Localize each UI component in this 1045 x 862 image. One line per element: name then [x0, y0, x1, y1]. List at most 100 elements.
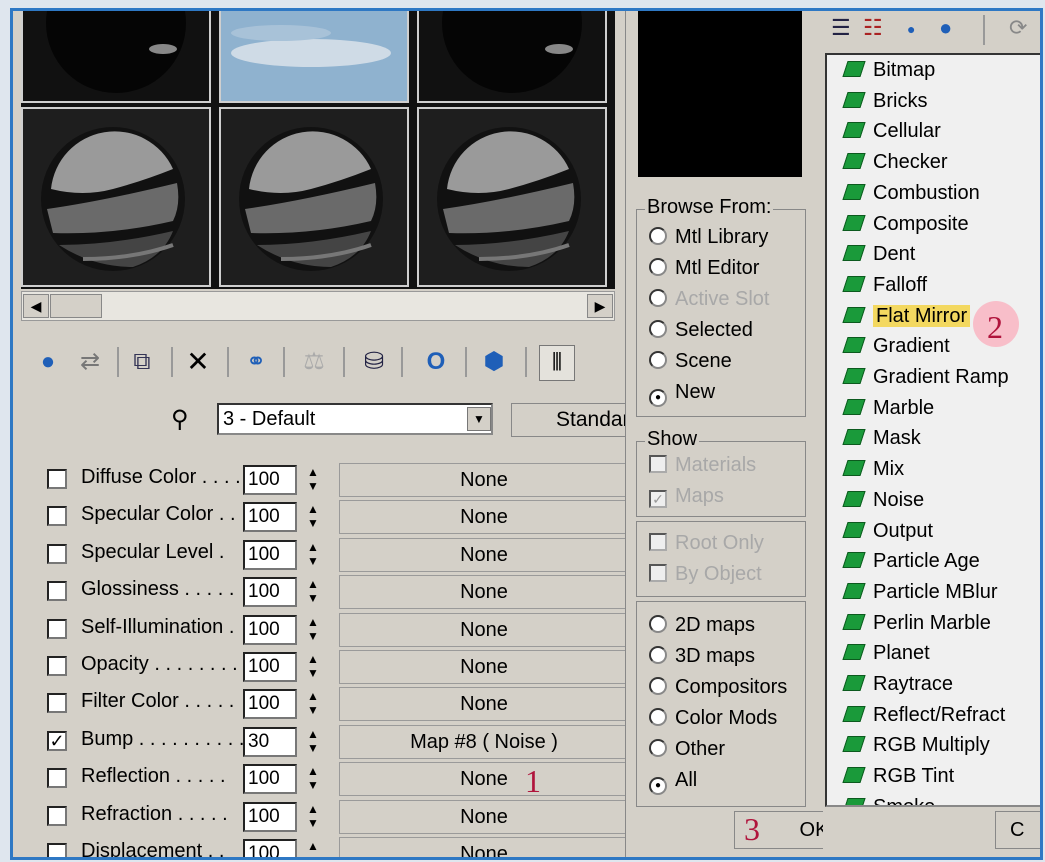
radio-button[interactable]	[649, 739, 667, 757]
map-list-item[interactable]: RGB Multiply	[842, 734, 990, 757]
radio-option[interactable]: 2D maps	[649, 614, 755, 637]
radio-option[interactable]: ● New	[649, 381, 715, 407]
map-slot-button[interactable]: None	[339, 799, 625, 834]
assign-to-selection-icon[interactable]: ⧉	[125, 345, 159, 379]
show-end-result-icon[interactable]: ⬢	[477, 345, 511, 379]
radio-button[interactable]	[649, 677, 667, 695]
material-sample-slot[interactable]	[21, 11, 211, 103]
map-slot-button[interactable]: None	[339, 575, 625, 610]
map-enable-checkbox[interactable]	[47, 469, 67, 489]
map-slot-button[interactable]: Map #8 ( Noise )	[339, 724, 625, 759]
get-material-icon[interactable]: ●	[31, 345, 65, 379]
amount-spinner[interactable]: ▲ ▼	[301, 502, 325, 532]
map-amount-field[interactable]: 100	[243, 839, 297, 857]
map-list-item[interactable]: Smoke	[842, 796, 935, 805]
map-enable-checkbox[interactable]	[47, 506, 67, 527]
map-list-item[interactable]: RGB Tint	[842, 765, 954, 788]
show-option[interactable]: By Object	[649, 563, 762, 586]
map-amount-field[interactable]: 30	[243, 726, 297, 757]
map-list-item[interactable]: Checker	[842, 151, 947, 174]
map-list-item[interactable]: Flat Mirror	[842, 304, 971, 328]
map-list-item[interactable]: Particle MBlur	[842, 581, 997, 604]
map-list-item[interactable]: Mask	[842, 427, 921, 450]
map-list-item[interactable]: Marble	[842, 397, 934, 420]
material-sample-slot[interactable]	[219, 107, 409, 287]
map-list-item[interactable]: Cellular	[842, 120, 941, 143]
radio-option[interactable]: Mtl Library	[649, 226, 768, 249]
map-amount-field[interactable]: 100	[243, 614, 297, 645]
map-enable-checkbox[interactable]	[47, 805, 67, 826]
make-unique-icon[interactable]: ⚭	[239, 345, 273, 379]
show-checkbox[interactable]	[649, 533, 667, 551]
map-enable-checkbox[interactable]: ✓	[47, 730, 67, 751]
radio-button[interactable]	[649, 615, 667, 633]
map-slot-button[interactable]: None	[339, 837, 625, 857]
map-list-item[interactable]: Dent	[842, 243, 915, 266]
amount-spinner[interactable]: ▲ ▼	[301, 615, 325, 645]
view-small-icons-icon[interactable]: ●	[907, 21, 915, 37]
map-slot-button[interactable]: None	[339, 612, 625, 647]
map-list-item[interactable]: Perlin Marble	[842, 612, 991, 635]
amount-spinner[interactable]: ▲ ▼	[301, 689, 325, 719]
go-to-parent-icon[interactable]: ⫴	[539, 345, 575, 381]
map-enable-checkbox[interactable]	[47, 768, 67, 789]
put-to-scene-icon[interactable]: ⇄	[73, 345, 107, 379]
radio-button[interactable]	[649, 351, 667, 369]
map-list-item[interactable]: Falloff	[842, 274, 927, 297]
material-dropdown-button[interactable]: ▼	[467, 407, 491, 431]
radio-option[interactable]: Active Slot	[649, 288, 769, 311]
scroll-left-button[interactable]: ◀	[23, 294, 49, 318]
map-list-item[interactable]: Reflect/Refract	[842, 704, 1005, 727]
sample-slots-scrollbar[interactable]: ◀ ▶	[21, 291, 615, 321]
map-list-item[interactable]: Planet	[842, 642, 930, 665]
amount-spinner[interactable]: ▲ ▼	[301, 577, 325, 607]
show-checkbox[interactable]	[649, 564, 667, 582]
map-enable-checkbox[interactable]	[47, 543, 67, 564]
map-amount-field[interactable]: 100	[243, 502, 297, 533]
material-name-field[interactable]: 3 - Default	[217, 403, 493, 435]
map-slot-button[interactable]: None	[339, 537, 625, 572]
amount-spinner[interactable]: ▲ ▼	[301, 802, 325, 832]
radio-option[interactable]: 3D maps	[649, 645, 755, 668]
map-enable-checkbox[interactable]	[47, 693, 67, 714]
map-slot-button[interactable]: None	[339, 463, 625, 497]
radio-option[interactable]: Color Mods	[649, 707, 777, 730]
map-amount-field[interactable]: 100	[243, 689, 297, 720]
map-amount-field[interactable]: 100	[243, 764, 297, 795]
map-list-item[interactable]: Gradient	[842, 335, 950, 358]
radio-button[interactable]	[649, 320, 667, 338]
radio-button[interactable]	[649, 258, 667, 276]
map-enable-checkbox[interactable]	[47, 656, 67, 676]
map-enable-checkbox[interactable]	[47, 581, 67, 602]
radio-option[interactable]: Scene	[649, 350, 732, 373]
scroll-right-button[interactable]: ▶	[587, 294, 613, 318]
map-list-item[interactable]: Mix	[842, 458, 904, 481]
map-slot-button[interactable]: None	[339, 687, 625, 722]
material-sample-slot[interactable]	[417, 11, 607, 103]
material-type-button[interactable]: Standard	[511, 403, 625, 437]
update-scene-materials-icon[interactable]: ⟳	[1009, 15, 1027, 41]
material-sample-slot[interactable]	[417, 107, 607, 287]
radio-button[interactable]: ●	[649, 389, 667, 407]
map-slot-button[interactable]: None	[339, 650, 625, 684]
amount-spinner[interactable]: ▲ ▼	[301, 465, 325, 495]
map-amount-field[interactable]: 100	[243, 577, 297, 608]
view-list-icon[interactable]: ☰	[831, 15, 851, 41]
map-list-item[interactable]: Particle Age	[842, 550, 980, 573]
amount-spinner[interactable]: ▲ ▼	[301, 540, 325, 570]
map-list-item[interactable]: Raytrace	[842, 673, 953, 696]
radio-button[interactable]	[649, 227, 667, 245]
material-sample-slot[interactable]	[219, 11, 409, 103]
cancel-button[interactable]: C	[995, 811, 1040, 849]
radio-option[interactable]: ● All	[649, 769, 697, 795]
view-list-icons-icon[interactable]: ☷	[863, 15, 883, 41]
map-amount-field[interactable]: 100	[243, 539, 297, 570]
pick-material-icon[interactable]: ⚲	[171, 405, 189, 434]
amount-spinner[interactable]: ▲ ▼	[301, 652, 325, 682]
material-effects-channel-icon[interactable]: ⛁	[357, 345, 391, 379]
amount-spinner[interactable]: ▲ ▼	[301, 764, 325, 794]
map-amount-field[interactable]: 100	[243, 652, 297, 682]
show-option[interactable]: Root Only	[649, 532, 764, 555]
map-enable-checkbox[interactable]	[47, 618, 67, 639]
show-option[interactable]: Materials	[649, 454, 756, 477]
